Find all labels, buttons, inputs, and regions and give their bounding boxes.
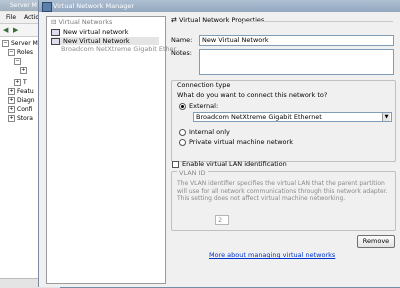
tree-item-t[interactable]: + T [14, 79, 27, 86]
vlan-id-spinner[interactable]: 2 [215, 215, 229, 225]
server-manager-title: Server M [10, 2, 37, 9]
name-field[interactable]: New Virtual Network [199, 35, 394, 46]
forward-arrow-icon[interactable]: ▶ [13, 26, 18, 34]
connection-question: What do you want to connect this network… [177, 91, 328, 99]
dialog-title: Virtual Network Manager [53, 2, 135, 10]
checkbox[interactable] [172, 160, 179, 168]
expand-icon[interactable]: + [8, 106, 15, 113]
connection-type-title: Connection type [177, 81, 231, 89]
collapse-icon[interactable]: − [14, 58, 21, 65]
expand-icon[interactable]: + [8, 115, 15, 122]
tree-item-features[interactable]: + Featu [8, 88, 34, 95]
properties-pane: ⇄ Virtual Network Properties Name: New V… [169, 14, 397, 284]
radio-button[interactable] [179, 128, 186, 136]
tree-item-roles[interactable]: − Roles [8, 49, 33, 56]
section-divider [241, 21, 393, 22]
expand-icon[interactable]: + [14, 79, 21, 86]
radio-private[interactable]: Private virtual machine network [179, 138, 293, 146]
network-properties-icon: ⇄ [171, 16, 177, 24]
vlan-group-title: VLAN ID [177, 169, 208, 177]
collapse-icon[interactable]: − [2, 40, 9, 47]
network-icon [51, 37, 60, 45]
list-item-selected-network[interactable]: New Virtual Network [51, 37, 159, 45]
menu-action[interactable]: Actio [24, 14, 39, 21]
network-manager-icon [42, 2, 52, 12]
radio-button[interactable] [179, 138, 186, 146]
more-about-link[interactable]: More about managing virtual networks [209, 251, 335, 259]
list-item-adapter[interactable]: Broadcom NetXtreme Gigabit Ether... [61, 45, 182, 53]
adapter-select[interactable]: Broadcom NetXtreme Gigabit Ethernet ▼ [193, 112, 392, 122]
vlan-description: The VLAN identifier specifies the virtua… [177, 180, 388, 202]
chevron-down-icon[interactable]: ▼ [382, 113, 390, 121]
vlan-checkbox[interactable]: Enable virtual LAN identification [172, 160, 287, 168]
menu-file[interactable]: File [6, 14, 16, 21]
tree-item-configuration[interactable]: + Confi [8, 106, 32, 113]
back-arrow-icon[interactable]: ◀ [3, 26, 8, 34]
notes-field[interactable] [199, 49, 394, 75]
virtual-network-list: ⊟ Virtual Networks New virtual network N… [46, 16, 182, 284]
name-label: Name: [171, 36, 193, 44]
radio-internal[interactable]: Internal only [179, 128, 230, 136]
tree-item-storage[interactable]: + Stora [8, 115, 33, 122]
notes-label: Notes: [171, 49, 192, 57]
collapse-icon[interactable]: − [8, 49, 15, 56]
tree-item-server-manager[interactable]: − Server M [2, 40, 38, 47]
virtual-network-manager-dialog: Virtual Network Manager ⊟ Virtual Networ… [38, 0, 400, 287]
network-icon [51, 28, 60, 36]
radio-external[interactable]: External: [179, 102, 218, 110]
expand-icon[interactable]: + [8, 97, 15, 104]
properties-section: ⇄ Virtual Network Properties [171, 16, 265, 24]
tree-item-diagnostics[interactable]: + Diagn [8, 97, 35, 104]
expand-icon[interactable]: + [8, 88, 15, 95]
tree-item-hyperv[interactable]: − [14, 58, 23, 65]
tree-item-node[interactable]: + [20, 67, 29, 74]
list-header: ⊟ Virtual Networks [51, 18, 113, 26]
expand-icon[interactable]: + [20, 67, 27, 74]
dialog-titlebar: Virtual Network Manager [39, 0, 400, 12]
list-item-new-virtual-network[interactable]: New virtual network [51, 28, 129, 36]
radio-button-selected[interactable] [179, 102, 186, 110]
remove-button[interactable]: Remove [357, 235, 395, 248]
